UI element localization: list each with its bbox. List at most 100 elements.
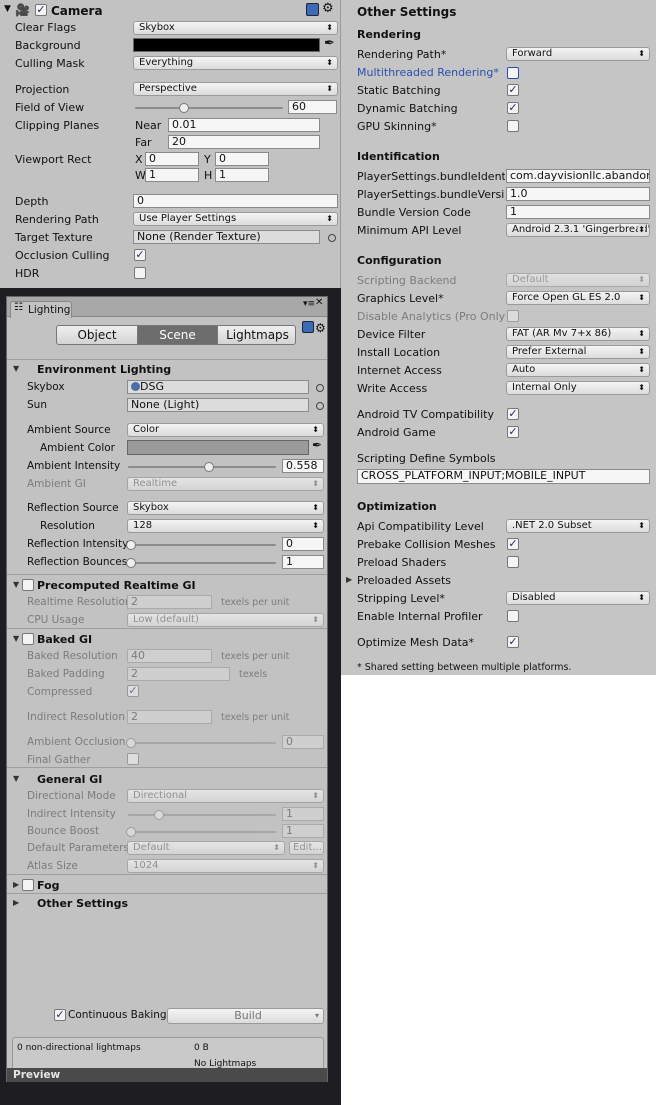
projection-dropdown[interactable]: Perspective ⬍ — [133, 82, 338, 96]
reflection-bounces-slider-track[interactable] — [126, 558, 276, 568]
ambient-occlusion-slider-knob[interactable] — [126, 738, 136, 748]
edit-button[interactable]: Edit... — [289, 841, 324, 855]
directional-mode-dropdown[interactable]: Directional ⬍ — [127, 789, 324, 803]
bundle-version-field[interactable]: 1.0 — [506, 187, 650, 201]
reflection-intensity-slider-knob[interactable] — [126, 540, 136, 550]
bounce-boost-slider-knob[interactable] — [126, 827, 136, 837]
indirect-intensity-field[interactable]: 1 — [282, 807, 324, 821]
background-color-field[interactable] — [133, 38, 320, 52]
occlusion-culling-checkbox[interactable]: ✓ — [134, 249, 146, 261]
culling-mask-dropdown[interactable]: Everything ⬍ — [133, 56, 338, 70]
api-compat-dropdown[interactable]: .NET 2.0 Subset ⬍ — [506, 519, 650, 533]
foldout-arrow-icon[interactable]: ▼ — [13, 634, 19, 643]
internet-access-dropdown[interactable]: Auto ⬍ — [506, 363, 650, 377]
fov-field[interactable]: 60 — [288, 100, 337, 114]
viewport-h-field[interactable]: 1 — [215, 168, 269, 182]
build-button[interactable]: Build ▾ — [167, 1008, 324, 1024]
continuous-baking-checkbox[interactable]: ✓ — [54, 1009, 66, 1021]
reflection-bounces-field[interactable]: 1 — [282, 555, 324, 569]
target-texture-field[interactable]: None (Render Texture) — [133, 230, 320, 244]
tab-scene[interactable]: Scene — [138, 326, 218, 344]
foldout-arrow-icon[interactable]: ▼ — [13, 774, 19, 783]
scripting-backend-dropdown[interactable]: Default ⬍ — [506, 273, 650, 287]
ambient-source-dropdown[interactable]: Color ⬍ — [127, 423, 324, 437]
ambient-intensity-field[interactable]: 0.558 — [282, 459, 324, 473]
viewport-x-field[interactable]: 0 — [145, 152, 199, 166]
eyedropper-icon[interactable]: ✒ — [324, 36, 335, 51]
write-access-dropdown[interactable]: Internal Only ⬍ — [506, 381, 650, 395]
stripping-level-dropdown[interactable]: Disabled ⬍ — [506, 591, 650, 605]
precomputed-gi-checkbox[interactable] — [22, 579, 34, 591]
resolution-dropdown[interactable]: 128 ⬍ — [127, 519, 324, 533]
preview-bar[interactable]: Preview — [7, 1068, 327, 1082]
ambient-color-field[interactable] — [127, 440, 309, 455]
android-game-checkbox[interactable]: ✓ — [507, 426, 519, 438]
ambient-intensity-slider-knob[interactable] — [204, 462, 214, 472]
object-picker-icon[interactable] — [316, 402, 324, 410]
bundle-identifier-field[interactable]: com.dayvisionllc.abandon — [506, 169, 650, 183]
ambient-occlusion-field[interactable]: 0 — [282, 735, 324, 749]
indirect-intensity-slider-knob[interactable] — [154, 810, 164, 820]
object-picker-icon[interactable] — [316, 384, 324, 392]
scripting-symbols-field[interactable]: CROSS_PLATFORM_INPUT;MOBILE_INPUT — [357, 469, 650, 484]
indirect-resolution-field[interactable]: 2 — [127, 710, 212, 724]
foldout-arrow-icon[interactable]: ▶ — [13, 880, 19, 889]
rendering-path-dropdown[interactable]: Forward ⬍ — [506, 47, 650, 61]
min-api-level-dropdown[interactable]: Android 2.3.1 'Gingerbread' ⬍ — [506, 223, 650, 237]
camera-rendering-path-dropdown[interactable]: Use Player Settings ⬍ — [133, 212, 338, 226]
foldout-arrow-icon[interactable]: ▼ — [13, 364, 19, 373]
fov-slider-track[interactable] — [135, 103, 283, 113]
far-field[interactable]: 20 — [168, 135, 320, 149]
install-location-dropdown[interactable]: Prefer External ⬍ — [506, 345, 650, 359]
foldout-arrow-icon[interactable]: ▶ — [346, 575, 352, 584]
realtime-resolution-field[interactable]: 2 — [127, 595, 212, 609]
reflection-source-dropdown[interactable]: Skybox ⬍ — [127, 501, 324, 515]
static-batching-checkbox[interactable]: ✓ — [507, 84, 519, 96]
optimize-mesh-checkbox[interactable]: ✓ — [507, 636, 519, 648]
gear-icon[interactable]: ⚙ — [322, 1, 334, 16]
reflection-intensity-field[interactable]: 0 — [282, 537, 324, 551]
clear-flags-dropdown[interactable]: Skybox ⬍ — [133, 21, 338, 35]
dynamic-batching-checkbox[interactable]: ✓ — [507, 102, 519, 114]
indirect-intensity-slider-track[interactable] — [128, 810, 276, 820]
android-tv-checkbox[interactable]: ✓ — [507, 408, 519, 420]
ambient-occlusion-slider-track[interactable] — [126, 738, 276, 748]
device-filter-dropdown[interactable]: FAT (AR Mv 7+x 86) ⬍ — [506, 327, 650, 341]
hdr-checkbox[interactable] — [134, 267, 146, 279]
compressed-checkbox[interactable]: ✓ — [127, 685, 139, 697]
final-gather-checkbox[interactable] — [127, 753, 139, 765]
gpu-skinning-checkbox[interactable] — [507, 120, 519, 132]
foldout-arrow-icon[interactable]: ▼ — [13, 580, 19, 589]
baked-padding-field[interactable]: 2 — [127, 667, 230, 681]
internal-profiler-checkbox[interactable] — [507, 610, 519, 622]
atlas-size-dropdown[interactable]: 1024 ⬍ — [127, 859, 324, 873]
bounce-boost-slider-track[interactable] — [126, 827, 276, 837]
close-icon[interactable]: ✕ — [315, 297, 323, 308]
help-book-icon[interactable] — [306, 3, 319, 16]
ambient-intensity-slider-track[interactable] — [128, 462, 276, 472]
preload-shaders-checkbox[interactable] — [507, 556, 519, 568]
tab-lightmaps[interactable]: Lightmaps — [218, 326, 295, 344]
gear-icon[interactable]: ⚙ — [315, 321, 326, 335]
tab-object[interactable]: Object — [57, 326, 138, 344]
viewport-y-field[interactable]: 0 — [215, 152, 269, 166]
fov-slider-knob[interactable] — [179, 103, 189, 113]
bounce-boost-field[interactable]: 1 — [282, 824, 324, 838]
prebake-collision-checkbox[interactable]: ✓ — [507, 538, 519, 550]
object-picker-icon[interactable] — [328, 234, 336, 242]
graphics-level-dropdown[interactable]: Force Open GL ES 2.0 ⬍ — [506, 291, 650, 305]
default-parameters-dropdown[interactable]: Default ⬍ — [127, 841, 285, 855]
disable-analytics-checkbox[interactable] — [507, 310, 519, 322]
sun-field[interactable]: None (Light) — [127, 398, 309, 412]
camera-enabled-checkbox[interactable]: ✓ — [35, 4, 47, 16]
baked-resolution-field[interactable]: 40 — [127, 649, 212, 663]
viewport-w-field[interactable]: 1 — [145, 168, 199, 182]
reflection-intensity-slider-track[interactable] — [126, 540, 276, 550]
multithreaded-rendering-checkbox[interactable] — [507, 67, 519, 79]
near-field[interactable]: 0.01 — [168, 118, 320, 132]
skybox-field[interactable]: DSG — [127, 380, 309, 394]
cpu-usage-dropdown[interactable]: Low (default) ⬍ — [127, 613, 324, 627]
fog-checkbox[interactable] — [22, 879, 34, 891]
depth-field[interactable]: 0 — [133, 194, 338, 208]
eyedropper-icon[interactable]: ✒ — [312, 438, 322, 452]
